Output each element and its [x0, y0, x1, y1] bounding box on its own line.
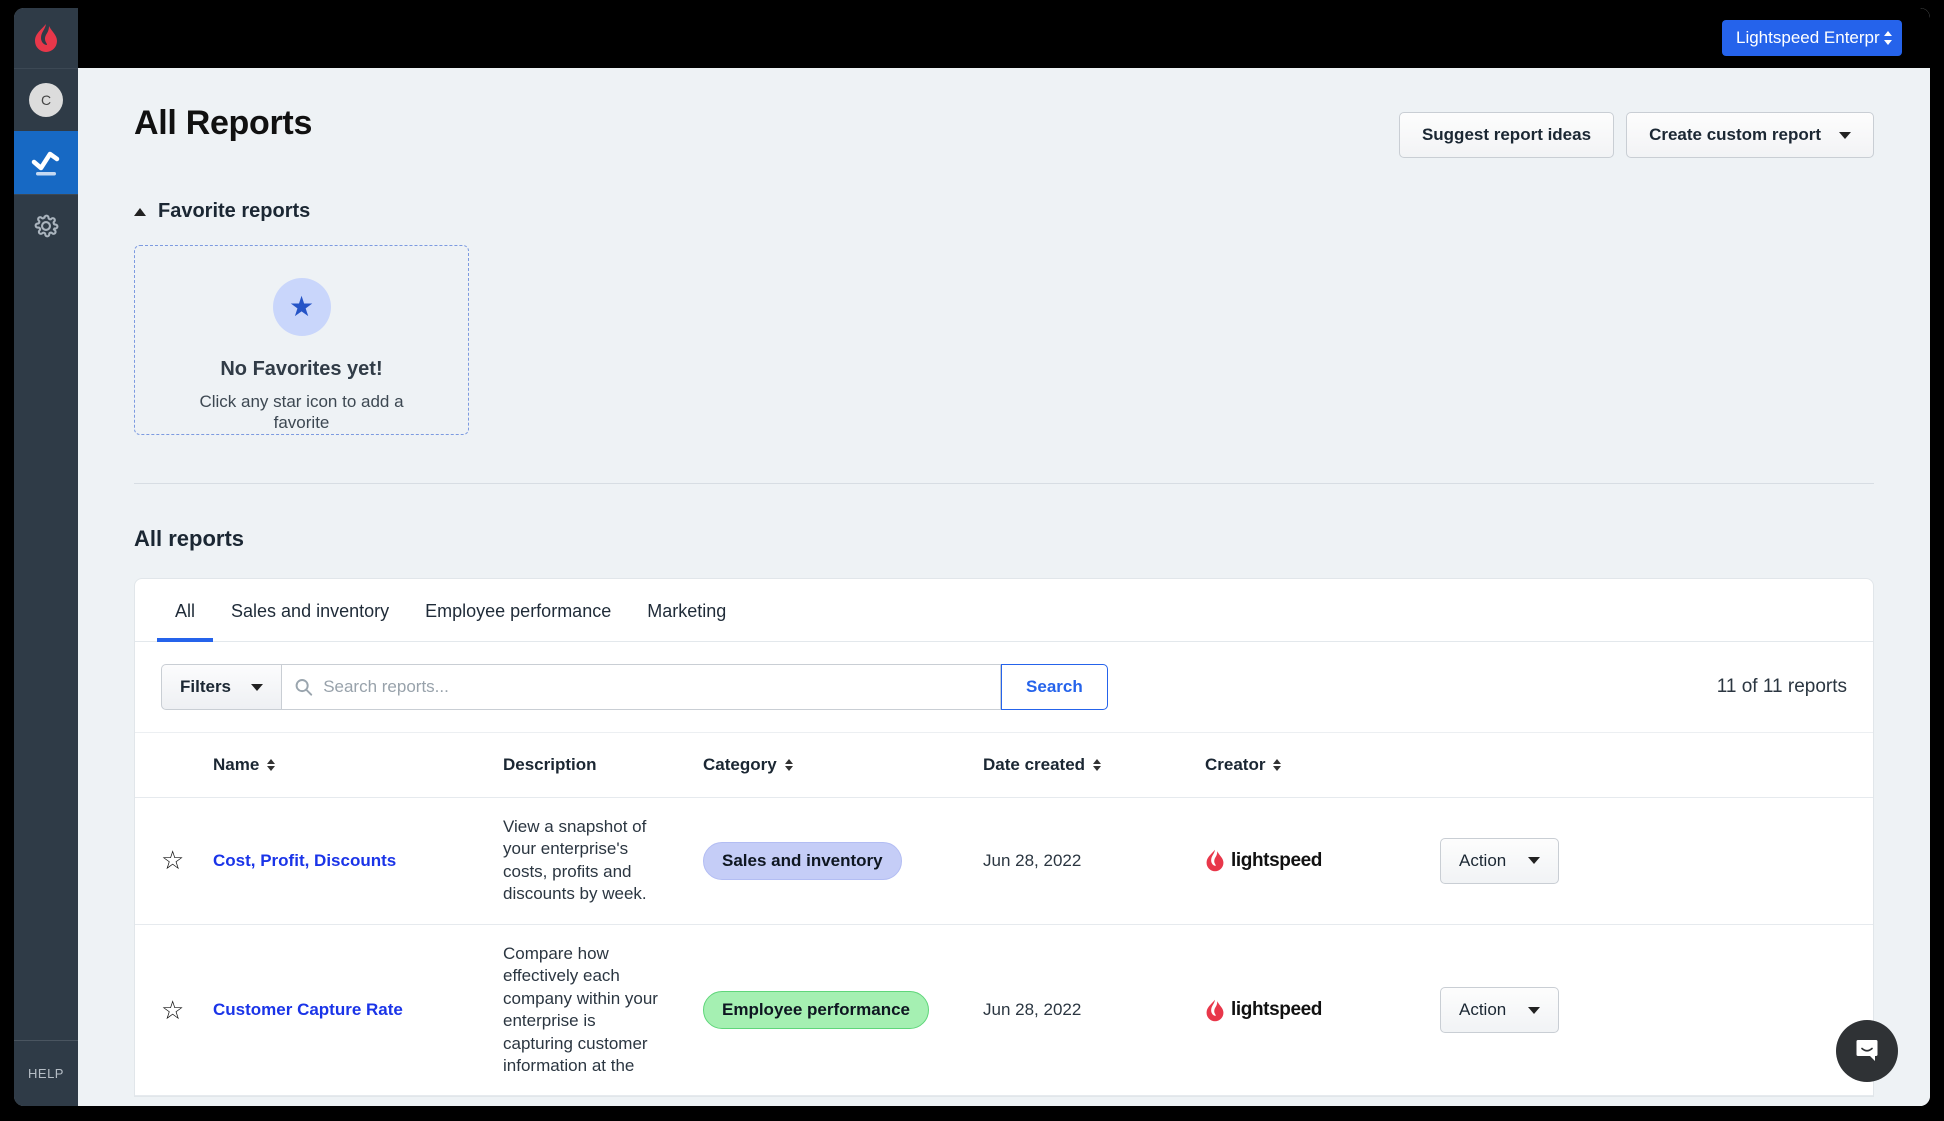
star-outline-icon: ☆: [161, 994, 185, 1025]
main-area: Lightspeed Enterpr All Reports Suggest r…: [78, 8, 1930, 1106]
report-description: Compare how effectively each company wit…: [503, 943, 658, 1075]
tab-employee-performance[interactable]: Employee performance: [407, 579, 629, 642]
page-title: All Reports: [134, 104, 313, 142]
creator-name: lightspeed: [1231, 999, 1323, 1021]
star-filled-icon: ★: [288, 291, 315, 322]
creator-name: lightspeed: [1231, 849, 1323, 871]
sort-icon: [1093, 759, 1102, 771]
create-custom-report-button[interactable]: Create custom report: [1626, 112, 1874, 158]
trending-chart-icon: [31, 151, 60, 176]
action-button[interactable]: Action: [1440, 987, 1560, 1034]
top-bar: Lightspeed Enterpr: [78, 8, 1930, 68]
lightspeed-flame-logo: [1206, 850, 1224, 872]
chat-launcher-button[interactable]: [1836, 1020, 1898, 1082]
chevron-down-icon: [1528, 1006, 1541, 1014]
column-date-created[interactable]: Date created: [983, 733, 1205, 798]
page-header-actions: Suggest report ideas Create custom repor…: [1398, 112, 1874, 158]
avatar: C: [29, 83, 63, 117]
search-input[interactable]: [323, 677, 989, 697]
all-reports-heading: All reports: [134, 526, 245, 551]
reports-panel: All Sales and inventory Employee perform…: [134, 578, 1874, 1098]
column-name[interactable]: Name: [213, 733, 503, 798]
report-link[interactable]: Customer Capture Rate: [213, 1000, 403, 1019]
chevron-up-icon: [134, 207, 146, 216]
column-name-label: Name: [213, 755, 260, 774]
filters-button[interactable]: Filters: [161, 664, 282, 710]
column-favorite: [135, 733, 213, 798]
category-badge: Employee performance: [703, 991, 930, 1030]
table-row: ☆ Customer Capture Rate Compare how effe…: [135, 924, 1873, 1097]
creator-logo: lightspeed: [1205, 999, 1440, 1022]
tab-all[interactable]: All: [157, 579, 214, 642]
star-badge: ★: [272, 278, 331, 336]
reports-toolbar: Filters Search 11 of 11 reports: [135, 642, 1873, 733]
create-custom-report-label: Create custom report: [1649, 125, 1821, 144]
reports-tabs: All Sales and inventory Employee perform…: [135, 579, 1873, 642]
page-header: All Reports Suggest report ideas Create …: [134, 68, 1874, 158]
star-outline-icon: ☆: [161, 845, 185, 876]
sidebar-item-reports[interactable]: [14, 131, 78, 194]
favorites-empty-card: ★ No Favorites yet! Click any star icon …: [134, 245, 469, 435]
sort-icon: [784, 759, 793, 771]
app-window: C HELP Lightspeed Enterpr All Reports Su…: [14, 8, 1930, 1106]
table-header-row: Name Description Category Date created C…: [135, 733, 1873, 798]
column-creator-label: Creator: [1205, 755, 1266, 774]
lightspeed-flame-logo: [35, 24, 57, 52]
favorite-reports-label: Favorite reports: [158, 200, 311, 222]
lightspeed-flame-logo: [1206, 999, 1224, 1021]
column-category-label: Category: [703, 755, 777, 774]
reports-count: 11 of 11 reports: [1716, 676, 1847, 697]
filters-label: Filters: [180, 677, 232, 696]
up-down-chevron-icon: [1884, 31, 1892, 45]
sidebar-logo[interactable]: [14, 8, 78, 68]
page-content: All Reports Suggest report ideas Create …: [78, 68, 1930, 1106]
report-link[interactable]: Cost, Profit, Discounts: [213, 851, 396, 870]
sidebar-spacer: [14, 257, 78, 1040]
favorite-toggle[interactable]: ☆: [135, 924, 213, 1097]
chevron-down-icon: [1528, 857, 1541, 865]
section-divider: [134, 483, 1874, 484]
creator-logo: lightspeed: [1205, 849, 1440, 872]
table-row: ☆ Cost, Profit, Discounts View a snapsho…: [135, 797, 1873, 925]
search-button[interactable]: Search: [1001, 664, 1108, 710]
favorite-toggle[interactable]: ☆: [135, 797, 213, 925]
sort-icon: [267, 759, 276, 771]
sidebar-help-link[interactable]: HELP: [14, 1040, 78, 1106]
sidebar: C HELP: [14, 8, 78, 1106]
favorites-empty-subtitle: Click any star icon to add a favorite: [199, 392, 404, 433]
chevron-down-icon: [1839, 131, 1851, 139]
favorites-empty-title: No Favorites yet!: [220, 358, 383, 380]
chevron-down-icon: [251, 683, 264, 691]
column-action: [1440, 733, 1873, 798]
column-date-created-label: Date created: [983, 755, 1086, 774]
sidebar-avatar[interactable]: C: [14, 68, 78, 131]
gear-icon: [34, 214, 59, 238]
column-description: Description: [503, 733, 703, 798]
action-button[interactable]: Action: [1440, 837, 1560, 884]
category-badge: Sales and inventory: [703, 841, 902, 880]
enterprise-selector-label: Lightspeed Enterpr: [1736, 28, 1880, 47]
suggest-report-ideas-button[interactable]: Suggest report ideas: [1398, 112, 1615, 158]
intercom-messenger-icon: [1856, 1040, 1878, 1061]
report-date: Jun 28, 2022: [983, 924, 1205, 1097]
reports-table: Name Description Category Date created C…: [135, 733, 1873, 1097]
tab-marketing[interactable]: Marketing: [629, 579, 744, 642]
column-creator[interactable]: Creator: [1205, 733, 1440, 798]
suggest-report-ideas-label: Suggest report ideas: [1421, 125, 1592, 144]
action-label: Action: [1459, 1000, 1507, 1020]
search-field-wrapper: [281, 664, 1002, 710]
report-description: View a snapshot of your enterprise's cos…: [503, 817, 647, 904]
sidebar-item-settings[interactable]: [14, 194, 78, 257]
tab-sales-and-inventory[interactable]: Sales and inventory: [213, 579, 407, 642]
report-date: Jun 28, 2022: [983, 797, 1205, 925]
sort-icon: [1273, 759, 1282, 771]
column-description-label: Description: [503, 755, 597, 774]
enterprise-selector-button[interactable]: Lightspeed Enterpr: [1722, 20, 1902, 56]
search-icon: [295, 679, 313, 696]
favorite-reports-toggle[interactable]: Favorite reports: [134, 200, 1874, 223]
column-category[interactable]: Category: [703, 733, 983, 798]
action-label: Action: [1459, 850, 1507, 870]
